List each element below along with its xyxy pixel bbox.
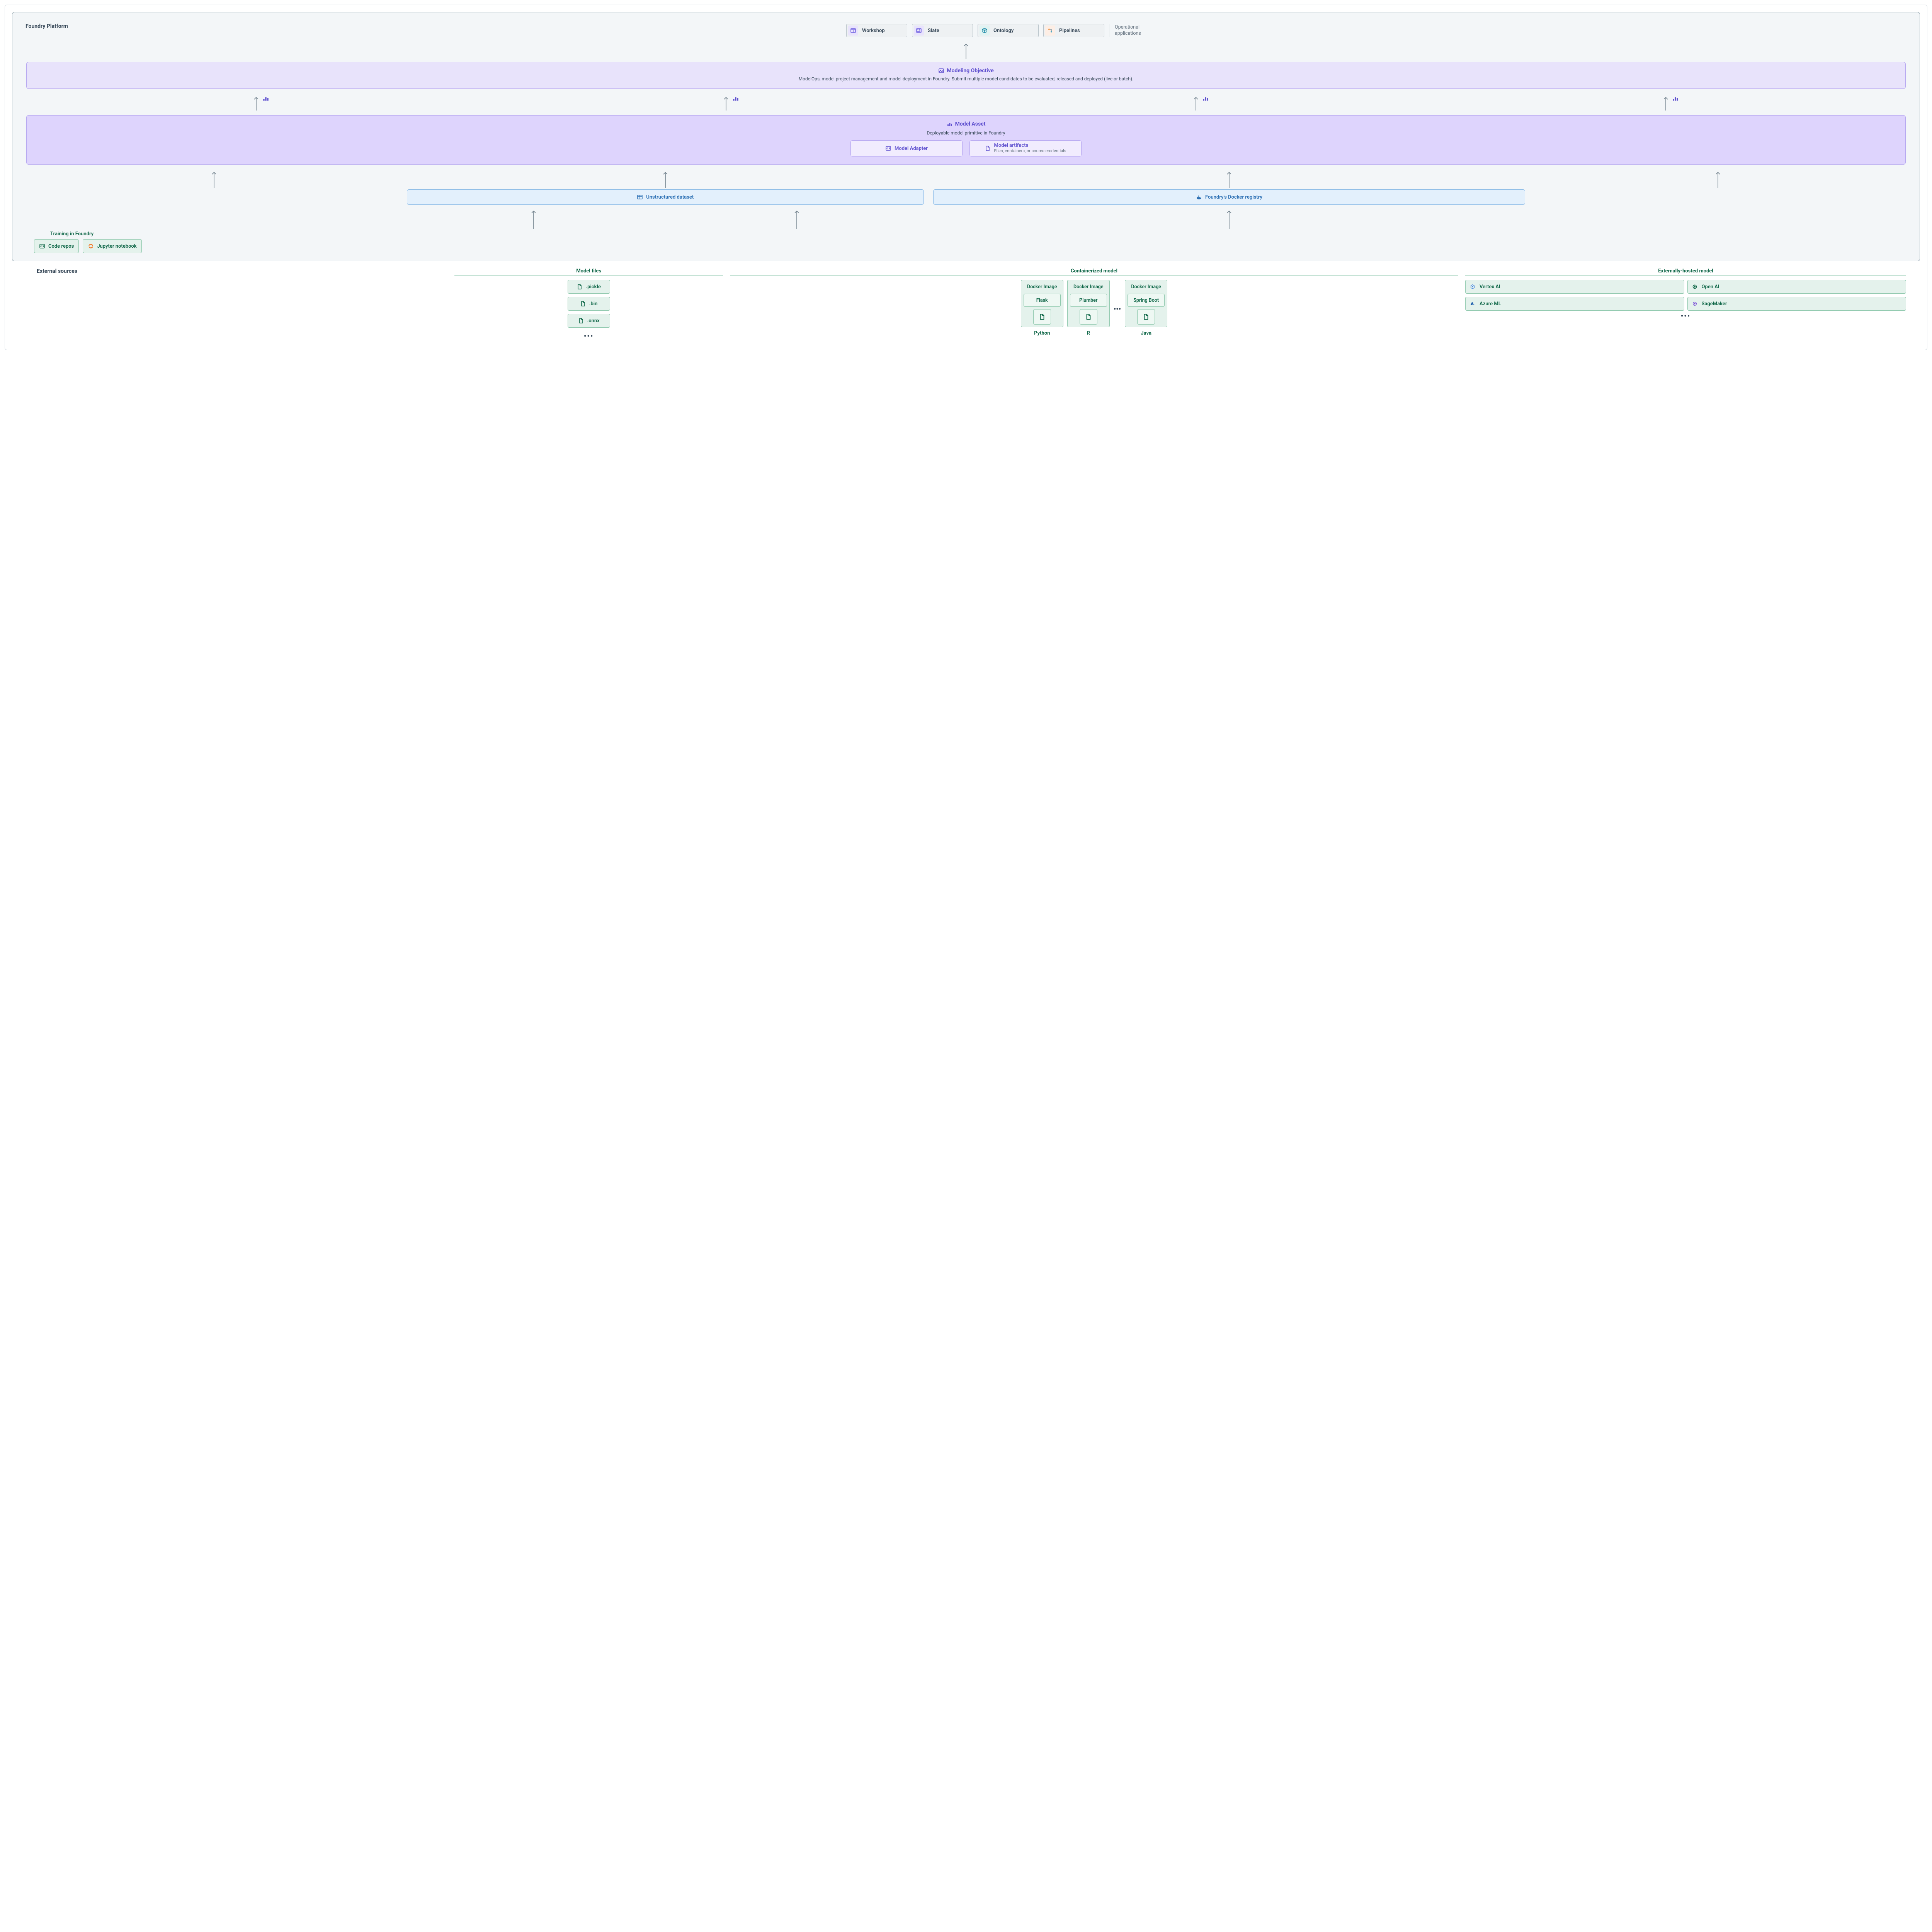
file-bin: .bin <box>568 297 610 311</box>
externally-hosted-title: Externally-hosted model <box>1465 268 1906 274</box>
apps-row: Workshop Slate Ontology Pipelines <box>26 24 1906 37</box>
chart-icon <box>947 121 953 127</box>
containerized-title: Containerized model <box>730 268 1458 274</box>
app-label: Pipelines <box>1059 28 1080 34</box>
file-icon-box <box>1080 309 1097 325</box>
arrow-objective-to-apps <box>26 41 1906 59</box>
file-icon <box>1085 313 1092 320</box>
docker-icon <box>1196 194 1202 200</box>
training-in-foundry: Training in Foundry Code repos Jupyter n… <box>26 231 1906 253</box>
ontology-icon <box>980 26 990 36</box>
app-ontology: Ontology <box>978 24 1039 37</box>
file-icon <box>580 301 586 307</box>
picture-icon <box>938 68 944 74</box>
docker-image-python: Docker Image Flask <box>1021 280 1063 327</box>
docker-registry-box: Foundry's Docker registry <box>933 189 1525 205</box>
file-icon-box <box>1137 309 1155 325</box>
external-sources: External sources Model files .pickle .bi… <box>12 268 1920 340</box>
chart-icon <box>732 95 739 102</box>
code-icon <box>885 145 891 151</box>
arrows-asset-to-objective <box>26 95 1906 111</box>
modeling-objective-title: Modeling Objective <box>938 68 993 74</box>
model-asset-title: Model Asset <box>947 121 986 127</box>
host-azure-ml: Azure ML <box>1465 297 1684 311</box>
ellipsis-icon: ••• <box>1114 303 1121 313</box>
modeling-objective-box: Modeling Objective ModelOps, model proje… <box>26 62 1906 89</box>
model-asset-subtitle: Deployable model primitive in Foundry <box>35 130 1897 136</box>
file-icon <box>578 318 584 324</box>
openai-icon <box>1691 283 1699 291</box>
app-label: Slate <box>928 28 939 34</box>
arrows-into-asset <box>26 170 1906 188</box>
jupyter-notebook-box: Jupyter notebook <box>83 239 141 253</box>
file-icon <box>985 145 991 151</box>
app-label: Ontology <box>993 28 1014 34</box>
file-icon <box>1039 313 1046 320</box>
file-pickle: .pickle <box>568 280 610 294</box>
platform-title: Foundry Platform <box>26 23 68 29</box>
app-slate: Slate <box>912 24 973 37</box>
unstructured-dataset-box: Unstructured dataset <box>407 189 924 205</box>
chart-icon <box>1202 95 1209 102</box>
chart-icon <box>262 95 269 102</box>
foundry-platform-panel: Foundry Platform Workshop Slate Ontology <box>12 12 1920 261</box>
containerized-model-group: Containerized model Docker Image Flask P… <box>730 268 1458 336</box>
file-icon-box <box>1033 309 1051 325</box>
app-label: Workshop <box>862 28 885 34</box>
docker-image-label: Docker Image <box>1024 282 1061 291</box>
ellipsis-icon: ••• <box>584 332 594 340</box>
docker-image-java: Docker Image Spring Boot <box>1125 280 1167 327</box>
external-sources-title: External sources <box>26 268 447 274</box>
file-onnx: .onnx <box>568 314 610 328</box>
lang-java: Java <box>1125 330 1167 336</box>
pipelines-icon <box>1045 26 1055 36</box>
file-icon <box>1143 313 1150 320</box>
slate-icon <box>914 26 924 36</box>
lang-r: R <box>1067 330 1110 336</box>
training-label: Training in Foundry <box>50 231 1906 237</box>
externally-hosted-group: Externally-hosted model Vertex AI Open A… <box>1465 268 1906 320</box>
model-adapter-box: Model Adapter <box>850 140 963 156</box>
blue-boxes-row: Unstructured dataset Foundry's Docker re… <box>26 189 1906 205</box>
framework-flask: Flask <box>1024 294 1061 307</box>
workshop-icon <box>848 26 858 36</box>
model-files-title: Model files <box>454 268 723 274</box>
arrows-into-blue <box>26 209 1906 229</box>
file-icon <box>577 284 583 290</box>
framework-springboot: Spring Boot <box>1128 294 1165 307</box>
app-workshop: Workshop <box>846 24 907 37</box>
code-icon <box>39 243 45 249</box>
operational-apps-label: Operationalapplications <box>1109 24 1148 37</box>
ellipsis-icon: ••• <box>1465 312 1906 320</box>
docker-image-r: Docker Image Plumber <box>1067 280 1110 327</box>
table-icon <box>637 194 643 200</box>
sagemaker-icon <box>1691 300 1699 308</box>
model-asset-box: Model Asset Deployable model primitive i… <box>26 115 1906 165</box>
jupyter-icon <box>88 243 94 249</box>
diagram-root: Foundry Platform Workshop Slate Ontology <box>5 5 1927 350</box>
host-vertex-ai: Vertex AI <box>1465 280 1684 294</box>
framework-plumber: Plumber <box>1070 294 1107 307</box>
model-files-group: Model files .pickle .bin .onnx <box>454 268 723 340</box>
vertex-icon <box>1469 283 1476 291</box>
app-pipelines: Pipelines <box>1043 24 1104 37</box>
azure-icon <box>1469 300 1476 308</box>
modeling-objective-desc: ModelOps, model project management and m… <box>35 76 1897 82</box>
docker-image-label: Docker Image <box>1128 282 1165 291</box>
model-artifacts-box: Model artifacts Files, containers, or so… <box>969 140 1082 156</box>
host-open-ai: Open AI <box>1687 280 1906 294</box>
lang-python: Python <box>1021 330 1063 336</box>
host-sagemaker: SageMaker <box>1687 297 1906 311</box>
docker-image-label: Docker Image <box>1070 282 1107 291</box>
chart-icon <box>1672 95 1679 102</box>
code-repos-box: Code repos <box>34 239 79 253</box>
